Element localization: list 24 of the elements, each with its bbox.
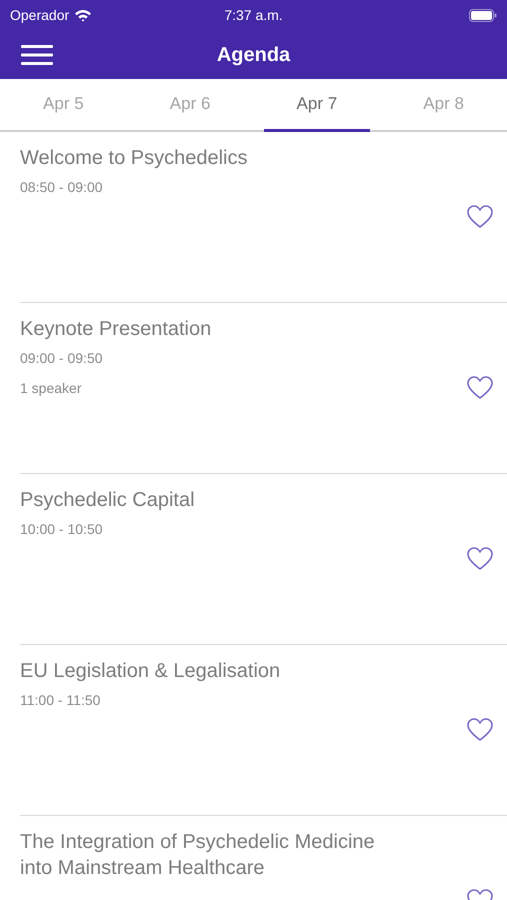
session-title[interactable]: Welcome to Psychedelics	[20, 145, 387, 171]
session-title[interactable]: Psychedelic Capital	[20, 487, 387, 513]
session-title[interactable]: The Integration of Psychedelic Medicine into Mainstream Healthcare	[20, 829, 387, 881]
heart-icon[interactable]	[467, 376, 493, 400]
heart-icon[interactable]	[467, 205, 493, 229]
clock-time: 7:37 a.m.	[224, 6, 283, 24]
session-time: 10:00 - 10:50	[20, 520, 104, 539]
heart-icon[interactable]	[467, 718, 493, 742]
heart-icon[interactable]	[467, 547, 493, 571]
session-title[interactable]: Keynote Presentation	[20, 316, 387, 342]
date-tab[interactable]: Apr 7	[264, 79, 370, 132]
date-tab[interactable]: Apr 6	[136, 79, 244, 132]
page-title: Agenda	[216, 42, 290, 68]
session-title[interactable]: EU Legislation & Legalisation	[20, 658, 387, 684]
battery-icon	[469, 8, 497, 22]
date-tab[interactable]: Apr 5	[10, 79, 117, 132]
date-tab[interactable]: Apr 8	[390, 79, 497, 132]
carrier-name: Operador	[10, 6, 70, 25]
wifi-icon	[74, 8, 92, 22]
session-time: 08:50 - 09:00	[20, 178, 104, 197]
menu-icon[interactable]	[21, 44, 53, 64]
session-time: 09:00 - 09:50	[20, 349, 104, 368]
session-time: 11:00 - 11:50	[20, 691, 102, 710]
speaker-count: 1 speaker	[20, 379, 82, 398]
